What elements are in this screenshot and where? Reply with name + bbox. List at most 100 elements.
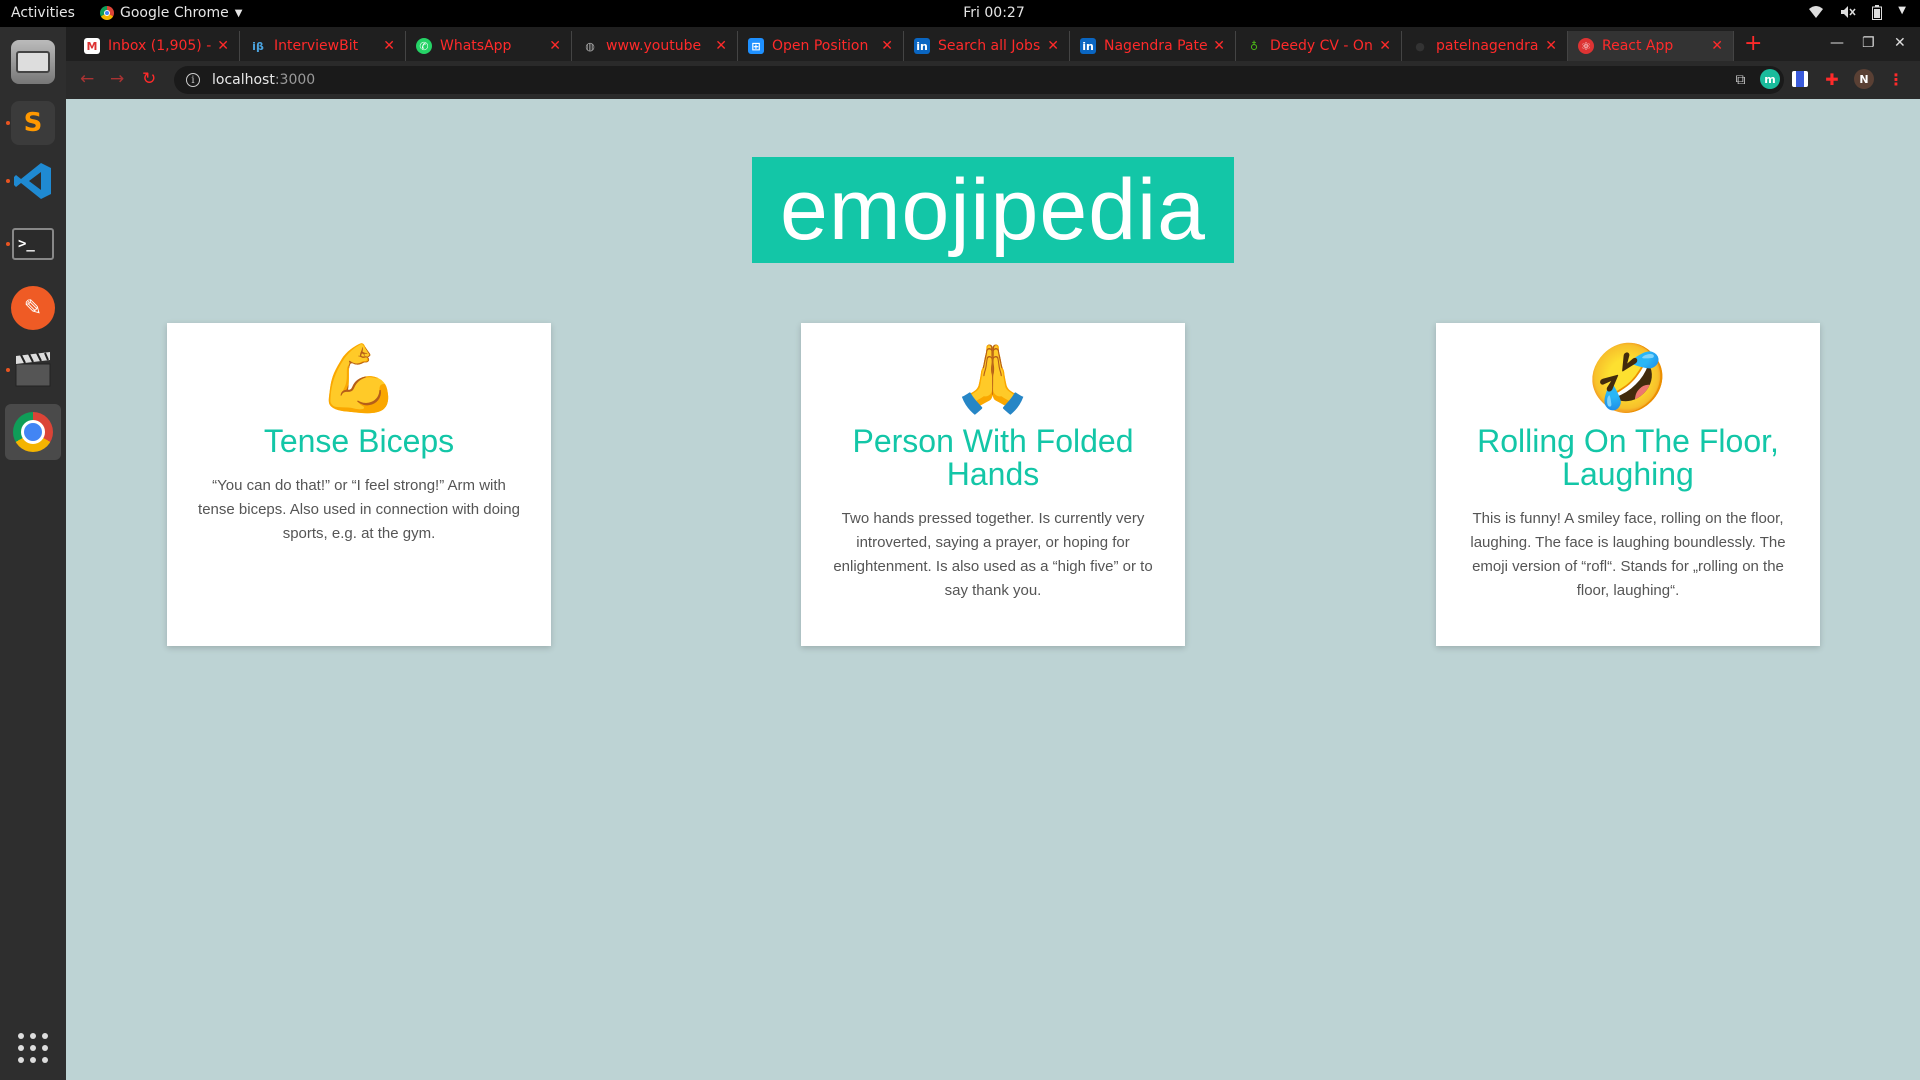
emoji-card-tense-biceps: 💪 Tense Biceps “You can do that!” or “I … bbox=[167, 323, 551, 646]
close-icon[interactable]: ✕ bbox=[1711, 38, 1723, 54]
close-icon[interactable]: ✕ bbox=[1379, 38, 1391, 54]
tab-react-app[interactable]: ⚛ React App ✕ bbox=[1568, 31, 1734, 61]
minimize-button[interactable]: — bbox=[1830, 35, 1844, 51]
running-indicator bbox=[6, 368, 10, 372]
address-bar[interactable]: i localhost:3000 ⧉ ☆ bbox=[174, 66, 1784, 94]
emoji-card-folded-hands: 🙏 Person With Folded Hands Two hands pre… bbox=[801, 323, 1185, 646]
folded-hands-emoji-icon: 🙏 bbox=[951, 340, 1035, 417]
overleaf-icon: ♁ bbox=[1249, 39, 1259, 53]
dock-item-video-editor[interactable] bbox=[5, 342, 61, 398]
chrome-icon bbox=[11, 410, 55, 454]
forward-button[interactable]: → bbox=[110, 69, 124, 89]
emoji-description: “You can do that!” or “I feel strong!” A… bbox=[198, 477, 520, 542]
page-viewport: emojipedia 💪 Tense Biceps “You can do th… bbox=[66, 99, 1920, 1080]
dock: S >_ ✎ bbox=[0, 27, 66, 1080]
system-top-bar: Activities Google Chrome ▼ Fri 00:27 ▼ bbox=[0, 0, 1920, 27]
file-cabinet-icon bbox=[11, 40, 55, 84]
close-icon[interactable]: ✕ bbox=[549, 38, 561, 54]
interviewbit-icon: iβ bbox=[252, 39, 264, 53]
emoji-name: Rolling On The Floor, Laughing bbox=[1477, 423, 1779, 492]
avatar[interactable]: N bbox=[1854, 69, 1874, 89]
wifi-icon bbox=[1808, 5, 1824, 24]
linkedin-icon: in bbox=[914, 38, 930, 54]
tab-youtube[interactable]: ◍ www.youtube ✕ bbox=[572, 31, 738, 61]
close-icon[interactable]: ✕ bbox=[881, 38, 893, 54]
system-tray[interactable]: ▼ bbox=[1808, 5, 1906, 24]
tab-title: Search all Jobs bbox=[938, 38, 1041, 54]
browser-toolbar: ← → ↻ i localhost:3000 ⧉ ☆ m ✚ N ⋮ bbox=[66, 61, 1920, 99]
dock-item-files[interactable] bbox=[5, 34, 61, 90]
emoji-card-rofl: 🤣 Rolling On The Floor, Laughing This is… bbox=[1436, 323, 1820, 646]
close-icon[interactable]: ✕ bbox=[1213, 38, 1225, 54]
dock-item-vscode[interactable] bbox=[5, 153, 61, 209]
close-icon[interactable]: ✕ bbox=[1545, 38, 1557, 54]
tab-title: Inbox (1,905) - bbox=[108, 38, 212, 54]
whatsapp-icon: ✆ bbox=[416, 38, 432, 54]
running-indicator bbox=[6, 179, 10, 183]
tab-github[interactable]: ● patelnagendra ✕ bbox=[1402, 31, 1568, 61]
restore-button[interactable]: ❐ bbox=[1862, 35, 1875, 51]
emoji-name: Tense Biceps bbox=[263, 423, 455, 459]
sublime-text-icon: S bbox=[11, 101, 55, 145]
extension-m-icon[interactable]: m bbox=[1760, 69, 1780, 89]
tab-whatsapp[interactable]: ✆ WhatsApp ✕ bbox=[406, 31, 572, 61]
info-icon[interactable]: i bbox=[186, 73, 200, 87]
emoji-name: Person With Folded Hands bbox=[852, 423, 1134, 492]
close-icon[interactable]: ✕ bbox=[217, 38, 229, 54]
translate-icon[interactable]: ⧉ bbox=[1735, 72, 1745, 88]
react-icon: ⚛ bbox=[1578, 38, 1594, 54]
dock-item-postman[interactable]: ✎ bbox=[5, 280, 61, 336]
tab-linkedin-jobs[interactable]: in Search all Jobs ✕ bbox=[904, 31, 1070, 61]
back-button[interactable]: ← bbox=[80, 69, 94, 89]
vscode-icon bbox=[11, 159, 55, 203]
biceps-emoji-icon: 💪 bbox=[317, 340, 401, 417]
tab-title: React App bbox=[1602, 38, 1674, 54]
terminal-icon: >_ bbox=[12, 228, 54, 260]
emoji-description: Two hands pressed together. Is currently… bbox=[833, 510, 1153, 599]
running-indicator bbox=[6, 121, 10, 125]
page-title: emojipedia bbox=[752, 157, 1234, 263]
tab-interviewbit[interactable]: iβ InterviewBit ✕ bbox=[240, 31, 406, 61]
url-host: localhost bbox=[212, 72, 275, 88]
dock-item-sublime-text[interactable]: S bbox=[5, 95, 61, 151]
volume-muted-icon bbox=[1840, 5, 1856, 24]
tab-title: InterviewBit bbox=[274, 38, 359, 54]
tab-open-positions[interactable]: ⊞ Open Position ✕ bbox=[738, 31, 904, 61]
linkedin-icon: in bbox=[1080, 38, 1096, 54]
github-icon: ● bbox=[1415, 39, 1425, 53]
url-text[interactable]: localhost:3000 bbox=[212, 72, 315, 88]
chevron-down-icon: ▼ bbox=[1898, 5, 1906, 16]
tab-linkedin-profile[interactable]: in Nagendra Pate ✕ bbox=[1070, 31, 1236, 61]
postman-icon: ✎ bbox=[11, 286, 55, 330]
close-icon[interactable]: ✕ bbox=[715, 38, 727, 54]
clapperboard-icon bbox=[11, 348, 55, 392]
running-indicator bbox=[6, 242, 10, 246]
close-icon[interactable]: ✕ bbox=[383, 38, 395, 54]
globe-icon: ◍ bbox=[585, 39, 595, 53]
browser-tab-strip: M Inbox (1,905) - ✕ iβ InterviewBit ✕ ✆ … bbox=[66, 27, 1920, 61]
dock-item-terminal[interactable]: >_ bbox=[5, 216, 61, 272]
tab-gmail[interactable]: M Inbox (1,905) - ✕ bbox=[74, 31, 240, 61]
tab-overleaf[interactable]: ♁ Deedy CV - Onl ✕ bbox=[1236, 31, 1402, 61]
rofl-emoji-icon: 🤣 bbox=[1586, 340, 1670, 417]
reload-button[interactable]: ↻ bbox=[142, 69, 156, 89]
emoji-description: This is funny! A smiley face, rolling on… bbox=[1470, 510, 1786, 599]
tab-title: Open Position bbox=[772, 38, 869, 54]
clock[interactable]: Fri 00:27 bbox=[0, 5, 1920, 21]
close-icon[interactable]: ✕ bbox=[1047, 38, 1059, 54]
tab-title: WhatsApp bbox=[440, 38, 512, 54]
extensions-puzzle-icon[interactable]: ✚ bbox=[1822, 69, 1842, 89]
dock-item-chrome[interactable] bbox=[5, 404, 61, 460]
tab-title: patelnagendra bbox=[1436, 38, 1539, 54]
battery-icon bbox=[1872, 5, 1883, 24]
url-port: :3000 bbox=[274, 72, 316, 88]
kebab-menu-icon[interactable]: ⋮ bbox=[1886, 69, 1906, 89]
close-window-button[interactable]: ✕ bbox=[1894, 35, 1906, 51]
show-applications-icon[interactable] bbox=[17, 1032, 49, 1064]
tab-title: Nagendra Pate bbox=[1104, 38, 1208, 54]
new-tab-button[interactable]: + bbox=[1744, 33, 1762, 55]
gmail-icon: M bbox=[84, 38, 100, 54]
tab-title: www.youtube bbox=[606, 38, 702, 54]
tab-title: Deedy CV - Onl bbox=[1270, 38, 1374, 54]
extension-color-icon[interactable] bbox=[1792, 71, 1808, 87]
